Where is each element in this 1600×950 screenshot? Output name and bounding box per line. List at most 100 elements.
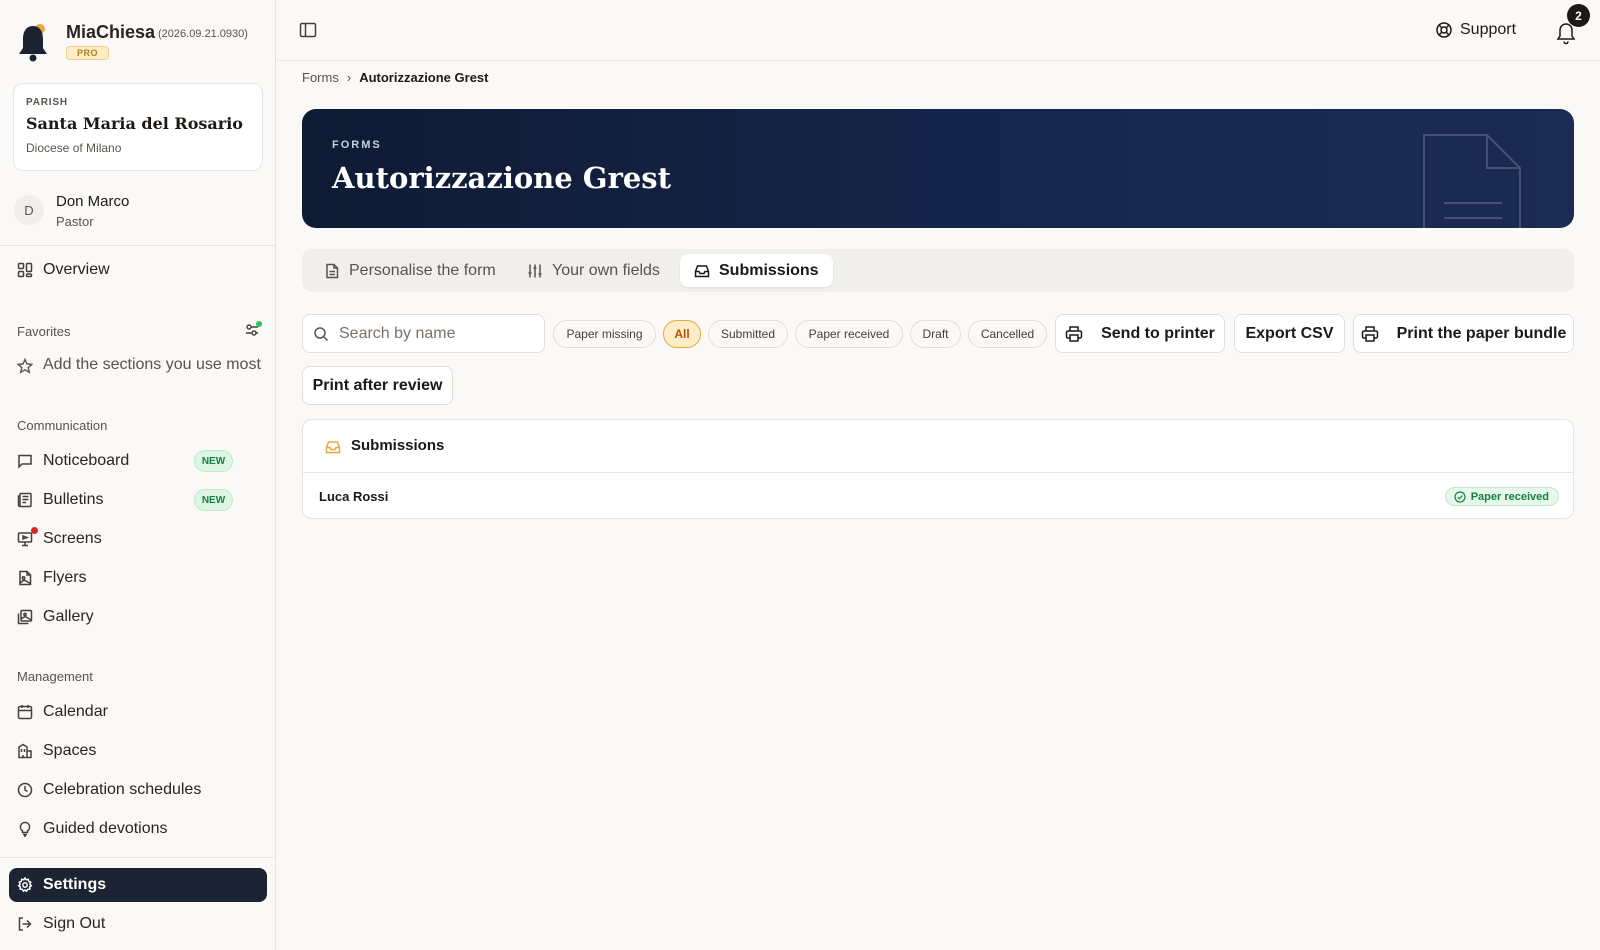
- notification-dot: [31, 527, 38, 534]
- panel-header: Submissions: [303, 420, 1573, 473]
- button-label: Export CSV: [1245, 324, 1334, 342]
- sidebar-item-screens[interactable]: Screens: [9, 522, 267, 556]
- star-icon: [17, 358, 33, 374]
- grid-icon: [17, 262, 33, 278]
- submitter-name: Luca Rossi: [319, 489, 389, 504]
- top-bar: Support 2: [277, 0, 1600, 61]
- sidebar-item-calendar[interactable]: Calendar: [9, 695, 267, 729]
- file-image-icon: [19, 570, 32, 586]
- breadcrumb-current: Autorizzazione Grest: [359, 70, 489, 85]
- app-version: (2026.09.21.0930): [158, 28, 248, 40]
- status-label: Paper received: [1470, 490, 1549, 503]
- filter-paper-missing[interactable]: Paper missing: [553, 320, 656, 348]
- sidebar-item-label: Calendar: [43, 703, 108, 720]
- tab-personalise-form[interactable]: Personalise the form: [310, 254, 510, 287]
- sidebar-item-label: Settings: [43, 876, 107, 893]
- church-building-icon: [18, 743, 32, 759]
- sidebar-item-label: Bulletins: [43, 491, 104, 508]
- table-row[interactable]: Luca Rossi Paper received: [303, 474, 1573, 519]
- status-badge: Paper received: [1444, 487, 1559, 506]
- sidebar-item-label: Spaces: [43, 742, 97, 759]
- user-name: Don Marco: [56, 193, 130, 210]
- sidebar-item-label: Guided devotions: [43, 820, 168, 837]
- sidebar-item-label: Overview: [43, 261, 110, 278]
- sidebar-item-guided-devotions[interactable]: Guided devotions: [9, 812, 267, 846]
- page-header-banner: FORMS Autorizzazione Grest: [302, 109, 1574, 228]
- message-square-icon: [18, 454, 32, 469]
- print-paper-bundle-button[interactable]: Print the paper bundle: [1353, 314, 1574, 353]
- customize-favorites-icon[interactable]: [244, 321, 262, 339]
- tab-submissions[interactable]: Submissions: [680, 254, 833, 287]
- check-circle-icon: [1454, 490, 1466, 503]
- app-name: MiaChiesa: [66, 22, 156, 42]
- hero-kicker: FORMS: [332, 139, 382, 151]
- document-watermark-icon: [1423, 134, 1521, 228]
- sidebar-item-label: Screens: [43, 530, 102, 547]
- parish-diocese: Diocese of Milano: [26, 141, 122, 155]
- notification-count-badge: 2: [1567, 4, 1590, 27]
- print-after-review-button[interactable]: Print after review: [302, 366, 453, 405]
- sidebar-item-label: Gallery: [43, 608, 94, 625]
- gear-icon: [17, 877, 33, 893]
- user-role: Pastor: [56, 214, 94, 229]
- search-icon: [314, 327, 329, 342]
- sidebar-item-label: Noticeboard: [43, 452, 130, 469]
- lightbulb-icon: [19, 821, 31, 837]
- sidebar-toggle-icon[interactable]: [299, 21, 317, 39]
- calendar-icon: [17, 705, 33, 720]
- sidebar-item-spaces[interactable]: Spaces: [9, 734, 267, 768]
- tab-bar: Personalise the form Your own fields Sub…: [302, 249, 1574, 292]
- printer-icon: [1065, 325, 1083, 342]
- sidebar: MiaChiesa (2026.09.21.0930) PRO PARISH S…: [0, 0, 276, 950]
- sidebar-item-settings[interactable]: Settings: [9, 868, 267, 902]
- divider: [0, 245, 276, 246]
- communication-label: Communication: [17, 418, 108, 433]
- brand[interactable]: MiaChiesa (2026.09.21.0930) PRO: [14, 18, 264, 68]
- parish-card[interactable]: PARISH Santa Maria del Rosario Diocese o…: [13, 83, 263, 171]
- export-csv-button[interactable]: Export CSV: [1234, 314, 1345, 353]
- send-to-printer-button[interactable]: Send to printer: [1055, 314, 1225, 353]
- breadcrumb-separator: ›: [346, 70, 352, 85]
- filter-draft[interactable]: Draft: [910, 320, 961, 348]
- filter-submitted[interactable]: Submitted: [708, 320, 788, 348]
- filter-cancelled[interactable]: Cancelled: [968, 320, 1047, 348]
- newspaper-icon: [17, 492, 32, 508]
- tab-your-own-fields[interactable]: Your own fields: [513, 254, 674, 287]
- avatar: D: [14, 195, 44, 225]
- parish-kicker: PARISH: [26, 97, 68, 108]
- sidebar-item-flyers[interactable]: Flyers: [9, 561, 267, 595]
- sidebar-item-label: Sign Out: [43, 915, 106, 932]
- favorites-placeholder[interactable]: Add the sections you use most: [17, 356, 265, 376]
- inbox-icon: [694, 264, 710, 277]
- sidebar-item-celebration-schedules[interactable]: Celebration schedules: [9, 773, 267, 807]
- sidebar-item-noticeboard[interactable]: Noticeboard NEW: [9, 444, 267, 478]
- new-badge: NEW: [194, 489, 233, 511]
- sidebar-item-sign-out[interactable]: Sign Out: [9, 907, 267, 941]
- page-title: Autorizzazione Grest: [332, 161, 672, 195]
- sidebar-item-label: Flyers: [43, 569, 87, 586]
- breadcrumb-forms-link[interactable]: Forms: [302, 70, 339, 85]
- sliders-icon: [528, 264, 542, 277]
- sidebar-item-gallery[interactable]: Gallery: [9, 600, 267, 634]
- filter-all[interactable]: All: [663, 320, 701, 348]
- favorites-label: Favorites: [17, 324, 71, 339]
- pro-badge: PRO: [66, 46, 110, 60]
- button-label: Send to printer: [1101, 324, 1215, 342]
- sidebar-item-bulletins[interactable]: Bulletins NEW: [9, 483, 267, 517]
- inbox-icon: [325, 441, 341, 454]
- tab-label: Submissions: [719, 261, 819, 279]
- lifebuoy-icon: [1436, 22, 1452, 38]
- panel-title: Submissions: [351, 437, 445, 454]
- search-input[interactable]: [339, 323, 539, 345]
- sidebar-item-overview[interactable]: Overview: [9, 253, 267, 287]
- favorites-placeholder-text: Add the sections you use most: [43, 356, 261, 373]
- filter-paper-received[interactable]: Paper received: [795, 320, 903, 348]
- search-field[interactable]: [302, 314, 545, 353]
- breadcrumb: Forms › Autorizzazione Grest: [302, 70, 488, 85]
- submissions-panel: Submissions Luca Rossi Paper received: [302, 419, 1574, 519]
- user-profile[interactable]: D Don Marco Pastor: [14, 191, 264, 231]
- sidebar-item-label: Celebration schedules: [43, 781, 202, 798]
- new-badge: NEW: [194, 450, 233, 472]
- document-icon: [326, 263, 339, 278]
- support-button[interactable]: Support: [1435, 18, 1516, 42]
